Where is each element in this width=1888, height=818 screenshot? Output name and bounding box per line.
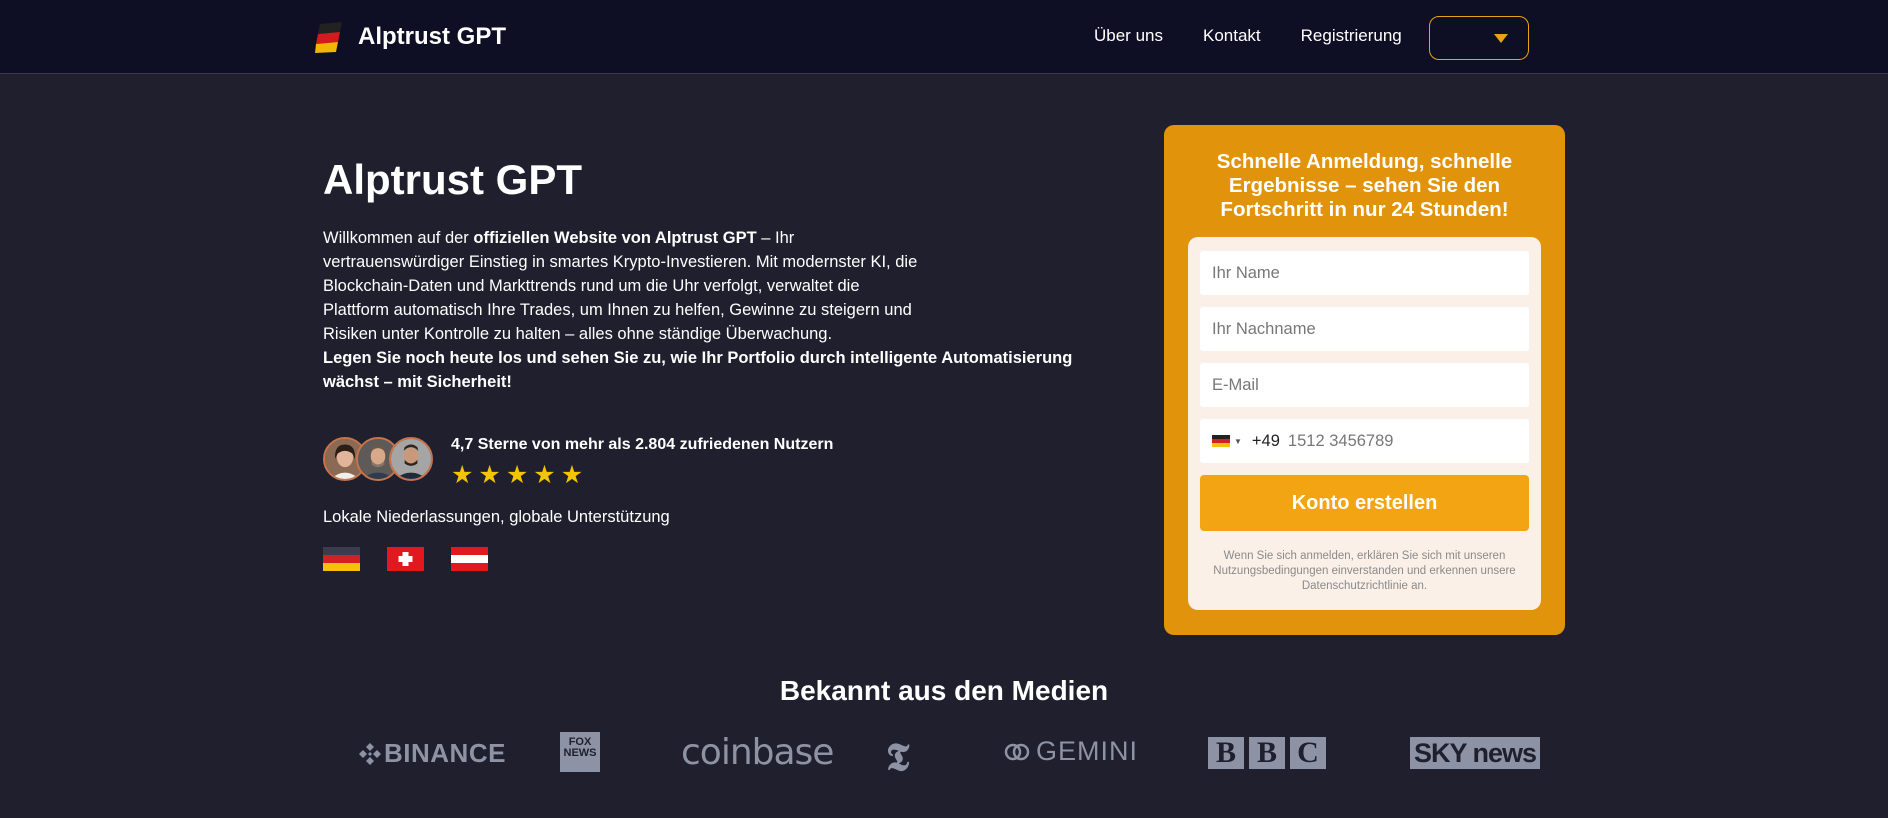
brand-logo[interactable]: Alptrust GPT (314, 20, 506, 54)
rating-text: 4,7 Sterne von mehr als 2.804 zufriedene… (451, 436, 834, 453)
austria-flag-icon (451, 547, 488, 571)
bbc-letter: C (1290, 737, 1326, 769)
brand-name: Alptrust GPT (358, 23, 506, 50)
binance-logo: BINANCE (358, 738, 506, 769)
gemini-logo: GEMINI (1004, 736, 1138, 767)
bbc-logo: B B C (1208, 737, 1326, 769)
intro-bold: offiziellen Website von Alptrust GPT (473, 229, 757, 247)
nav-register[interactable]: Registrierung (1301, 26, 1402, 46)
registration-form: ▼ +49 Konto erstellen Wenn Sie sich anme… (1188, 237, 1541, 610)
bbc-letter: B (1249, 737, 1285, 769)
gemini-icon (1004, 743, 1030, 760)
main-nav: Über uns Kontakt Registrierung (1094, 26, 1402, 46)
registration-card: Schnelle Anmeldung, schnelle Ergebnisse … (1164, 125, 1565, 635)
phone-field[interactable]: ▼ +49 (1200, 419, 1529, 463)
last-name-input[interactable] (1200, 307, 1529, 351)
email-input[interactable] (1200, 363, 1529, 407)
terms-disclaimer: Wenn Sie sich anmelden, erklären Sie sic… (1213, 550, 1516, 592)
coinbase-logo: coinbase (681, 732, 834, 773)
site-header: Alptrust GPT Über uns Kontakt Registrier… (0, 0, 1888, 74)
intro-text: Willkommen auf der offiziellen Website v… (323, 226, 923, 346)
star-icon: ★ (560, 461, 584, 489)
star-icon: ★ (505, 461, 529, 489)
germany-flag-icon[interactable] (1212, 435, 1230, 447)
germany-flag-icon (323, 547, 360, 571)
nyt-logo: 𝕿 (886, 734, 910, 779)
gemini-wordmark: GEMINI (1036, 736, 1139, 766)
caret-down-icon (1494, 34, 1508, 43)
language-select[interactable] (1429, 16, 1529, 60)
fox-line-2: NEWS (563, 747, 597, 759)
form-title: Schnelle Anmeldung, schnelle Ergebnisse … (1216, 150, 1513, 221)
intro-prefix: Willkommen auf der (323, 229, 474, 247)
create-account-button[interactable]: Konto erstellen (1200, 475, 1529, 531)
media-section-title: Bekannt aus den Medien (779, 675, 1109, 706)
avatar (389, 437, 433, 481)
user-avatars (323, 437, 433, 483)
binance-wordmark: BINANCE (384, 738, 506, 768)
nav-about[interactable]: Über uns (1094, 26, 1163, 46)
first-name-input[interactable] (1200, 251, 1529, 295)
star-icon: ★ (478, 461, 501, 489)
phone-input[interactable] (1287, 431, 1508, 451)
phone-country-code: +49 (1251, 431, 1280, 450)
german-flag-logo-icon (315, 22, 342, 53)
page-title: Alptrust GPT (323, 156, 582, 203)
bbc-letter: B (1208, 737, 1244, 769)
switzerland-flag-icon (387, 547, 424, 571)
fox-news-logo: FOX NEWS (560, 732, 600, 772)
rating-stars: ★ ★ ★ ★ ★ (451, 462, 583, 488)
binance-icon (359, 742, 381, 765)
country-dropdown-caret-icon[interactable]: ▼ (1234, 437, 1242, 446)
star-icon: ★ (451, 461, 474, 489)
star-icon: ★ (533, 461, 556, 489)
nav-contact[interactable]: Kontakt (1203, 26, 1261, 46)
cta-text: Legen Sie noch heute los und sehen Sie z… (323, 349, 1073, 391)
sky-news-logo: SKY news (1410, 737, 1541, 769)
local-support-text: Lokale Niederlassungen, globale Unterstü… (323, 508, 670, 526)
